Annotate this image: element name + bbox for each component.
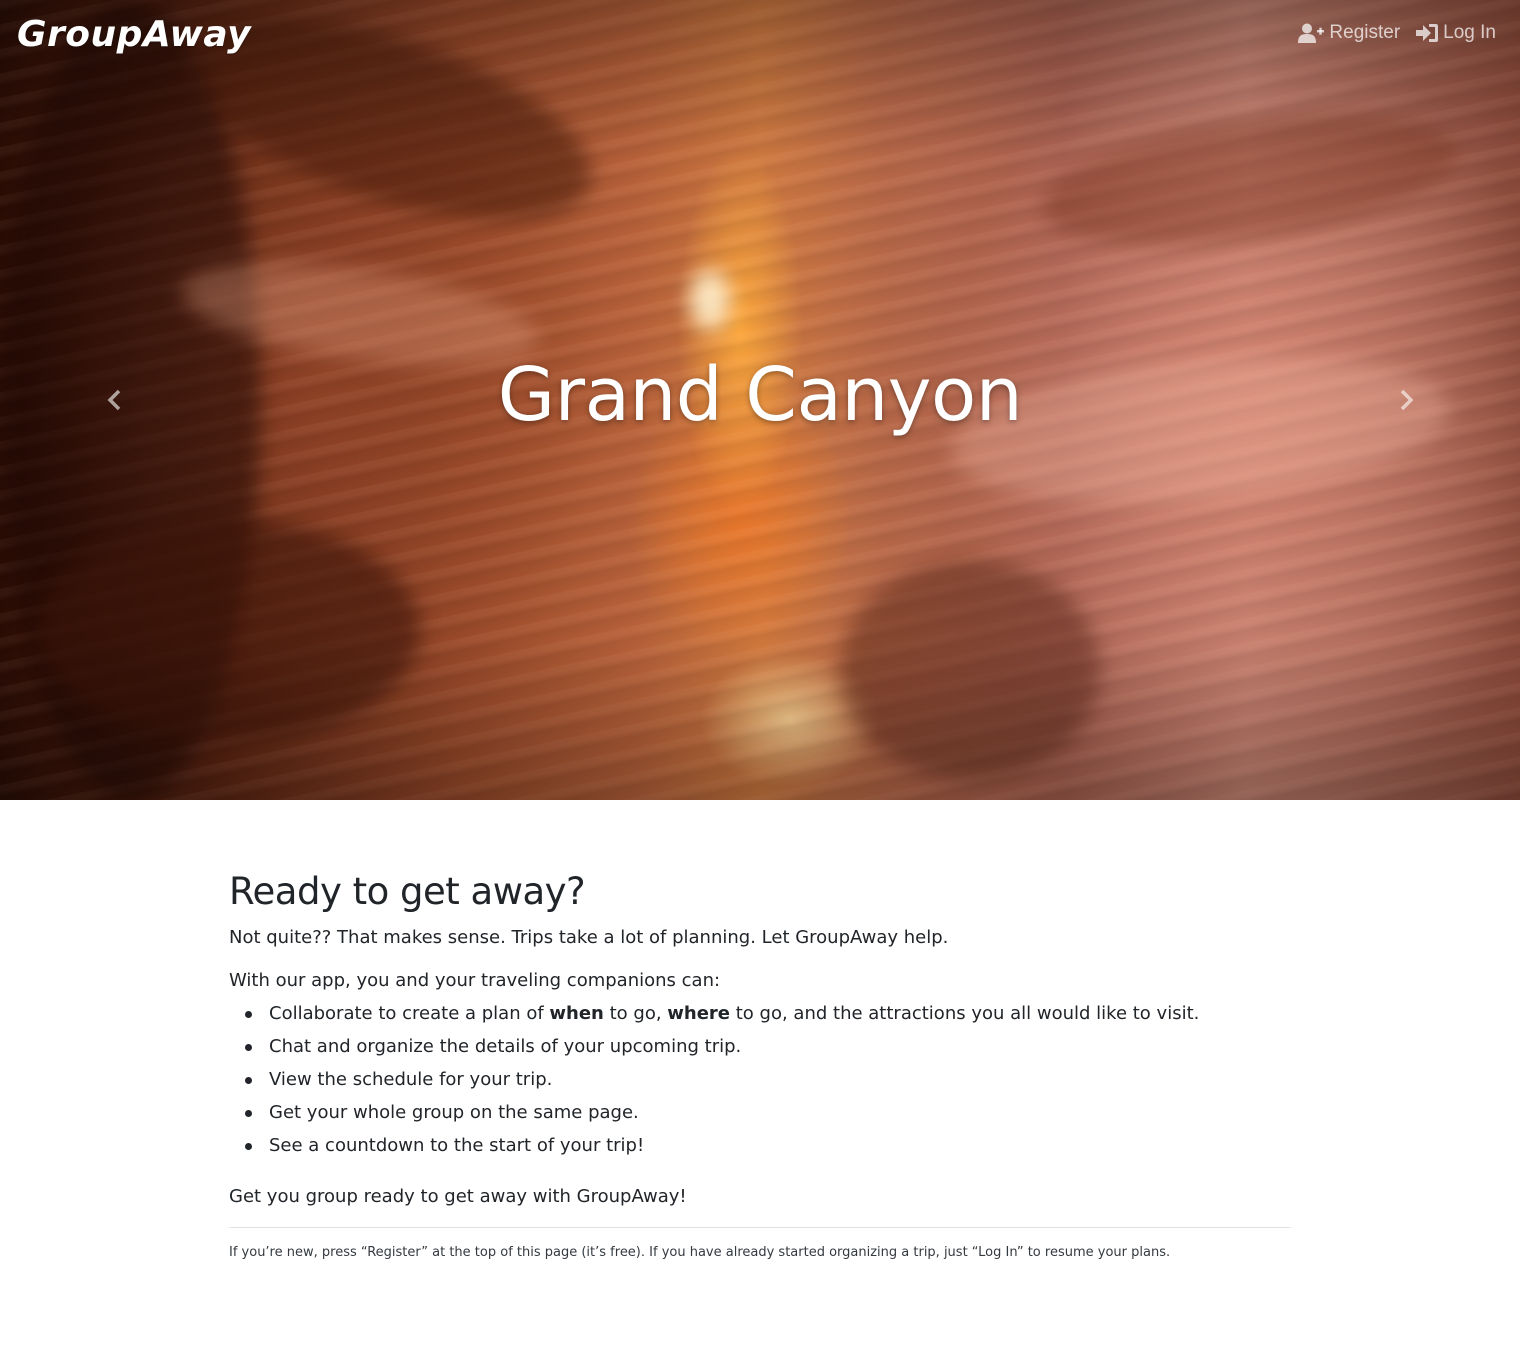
hero-carousel: Grand Canyon bbox=[0, 0, 1520, 800]
feature-item: Collaborate to create a plan of when to … bbox=[245, 997, 1291, 1030]
feature-emphasis-when: when bbox=[549, 1003, 604, 1024]
lead-text: Not quite?? That makes sense. Trips take… bbox=[229, 927, 949, 948]
login-label: Log In bbox=[1443, 22, 1496, 43]
navbar: GroupAway Register Log In bbox=[0, 0, 1520, 78]
divider bbox=[229, 1227, 1291, 1228]
main-content: Ready to get away? Not quite?? That make… bbox=[229, 870, 1291, 1260]
register-label: Register bbox=[1329, 22, 1401, 43]
footnote-text: If you’re new, press “Register” at the t… bbox=[229, 1245, 1171, 1260]
feature-item: Get your whole group on the same page. bbox=[245, 1096, 1291, 1129]
canyon-band bbox=[40, 520, 420, 740]
login-link[interactable]: Log In bbox=[1416, 22, 1496, 44]
chevron-right-icon bbox=[1400, 389, 1414, 411]
page-heading: Ready to get away? bbox=[229, 870, 586, 913]
feature-emphasis-where: where bbox=[667, 1003, 731, 1024]
sign-in-icon bbox=[1416, 24, 1439, 42]
feature-text: Collaborate to create a plan of bbox=[269, 1003, 550, 1024]
register-link[interactable]: Register bbox=[1298, 22, 1400, 44]
features-list: Collaborate to create a plan of when to … bbox=[245, 997, 1291, 1162]
canyon-light bbox=[690, 270, 730, 330]
canyon-band bbox=[840, 560, 1100, 780]
canyon-band bbox=[1033, 91, 1467, 269]
feature-text: to go, and the attractions you all would… bbox=[730, 1003, 1200, 1024]
nav-links: Register Log In bbox=[1298, 22, 1496, 44]
features-intro: With our app, you and your traveling com… bbox=[229, 970, 721, 991]
carousel-slide-title: Grand Canyon bbox=[497, 352, 1023, 438]
carousel-next-button[interactable] bbox=[1391, 385, 1421, 415]
brand-logo[interactable]: GroupAway bbox=[17, 14, 251, 55]
closing-text: Get you group ready to get away with Gro… bbox=[229, 1186, 687, 1207]
feature-item: See a countdown to the start of your tri… bbox=[245, 1129, 1291, 1162]
feature-text: to go, bbox=[603, 1003, 668, 1024]
feature-item: View the schedule for your trip. bbox=[245, 1063, 1291, 1096]
feature-item: Chat and organize the details of your up… bbox=[245, 1030, 1291, 1063]
user-plus-icon bbox=[1298, 23, 1325, 43]
